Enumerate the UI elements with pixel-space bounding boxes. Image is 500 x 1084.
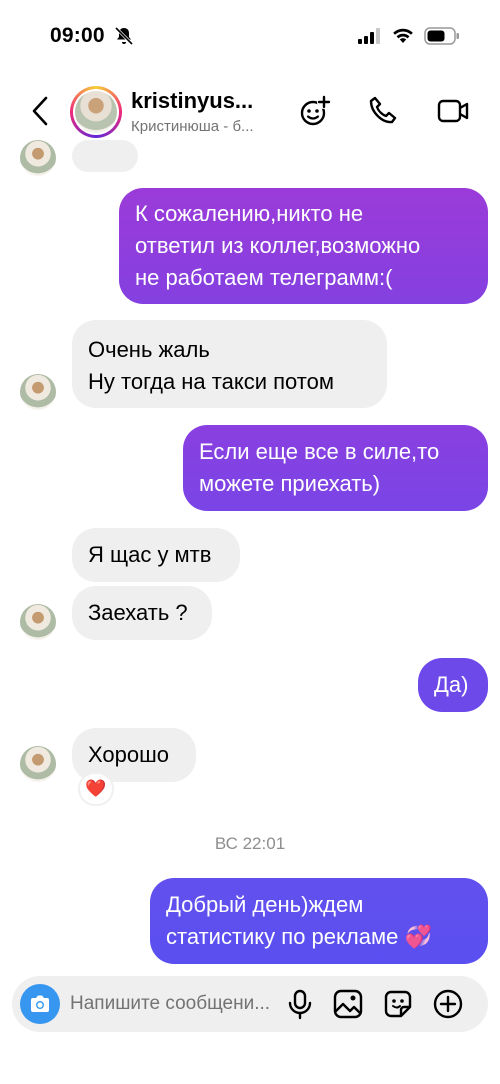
message-text: Если еще все в силе,то xyxy=(199,439,440,464)
status-time: 09:00 xyxy=(50,24,105,47)
battery-icon xyxy=(424,27,459,45)
avatar xyxy=(20,374,56,410)
message-composer xyxy=(12,976,488,1032)
message-input[interactable] xyxy=(70,990,280,1018)
message-text: не работаем телеграмм:( xyxy=(135,265,393,290)
microphone-icon[interactable] xyxy=(284,988,316,1020)
avatar xyxy=(20,604,56,640)
message-bubble-incoming[interactable]: Заехать ? xyxy=(72,586,212,640)
avatar xyxy=(20,746,56,782)
contact-name[interactable]: kristinyus... xyxy=(131,88,253,114)
message-text: Ну тогда на такси потом xyxy=(88,369,334,394)
avatar xyxy=(20,140,56,176)
signal-icon xyxy=(358,28,380,44)
message-text: можете приехать) xyxy=(199,471,381,496)
image-icon[interactable] xyxy=(332,988,364,1020)
camera-icon xyxy=(31,995,49,1012)
message-text: Заехать ? xyxy=(88,600,188,625)
back-icon[interactable] xyxy=(26,94,54,128)
message-text: Да) xyxy=(434,672,469,697)
contact-avatar[interactable] xyxy=(70,86,122,138)
message-text: Я щас у мтв xyxy=(88,542,212,567)
message-text: Очень жаль xyxy=(88,337,210,362)
message-timestamp: ВС 22:01 xyxy=(214,834,286,853)
plus-icon[interactable] xyxy=(432,988,464,1020)
camera-button[interactable] xyxy=(20,984,60,1024)
message-text: ответил из коллег,возможно xyxy=(135,233,421,258)
bell-slash-icon xyxy=(114,26,134,46)
message-bubble-incoming[interactable]: Очень жаль Ну тогда на такси потом xyxy=(72,320,387,408)
message-bubble-outgoing[interactable]: К сожалению,никто не ответил из коллег,в… xyxy=(119,188,488,304)
message-bubble-partial xyxy=(72,140,138,172)
message-text: Добрый день)ждем xyxy=(166,892,364,917)
message-text: К сожалению,никто не xyxy=(135,201,364,226)
message-bubble-incoming[interactable]: Я щас у мтв xyxy=(72,528,240,582)
sticker-icon[interactable] xyxy=(382,988,414,1020)
wifi-icon xyxy=(393,28,413,43)
status-bar: 09:00 xyxy=(0,0,500,72)
message-text: статистику по рекламе 💞 xyxy=(166,924,432,949)
group-add-icon[interactable] xyxy=(298,94,332,128)
video-icon[interactable] xyxy=(436,94,470,128)
heart-reaction[interactable]: ❤️ xyxy=(78,772,114,806)
chat-header: kristinyus... Кристинюша - б... xyxy=(0,72,500,152)
message-text: Хорошо xyxy=(88,742,170,767)
phone-icon[interactable] xyxy=(366,94,400,128)
message-bubble-outgoing[interactable]: Если еще все в силе,то можете приехать) xyxy=(183,425,488,511)
contact-subtitle: Кристинюша - б... xyxy=(131,118,254,135)
message-bubble-outgoing[interactable]: Добрый день)ждем статистику по рекламе 💞 xyxy=(150,878,488,964)
message-bubble-outgoing[interactable]: Да) xyxy=(418,658,488,712)
